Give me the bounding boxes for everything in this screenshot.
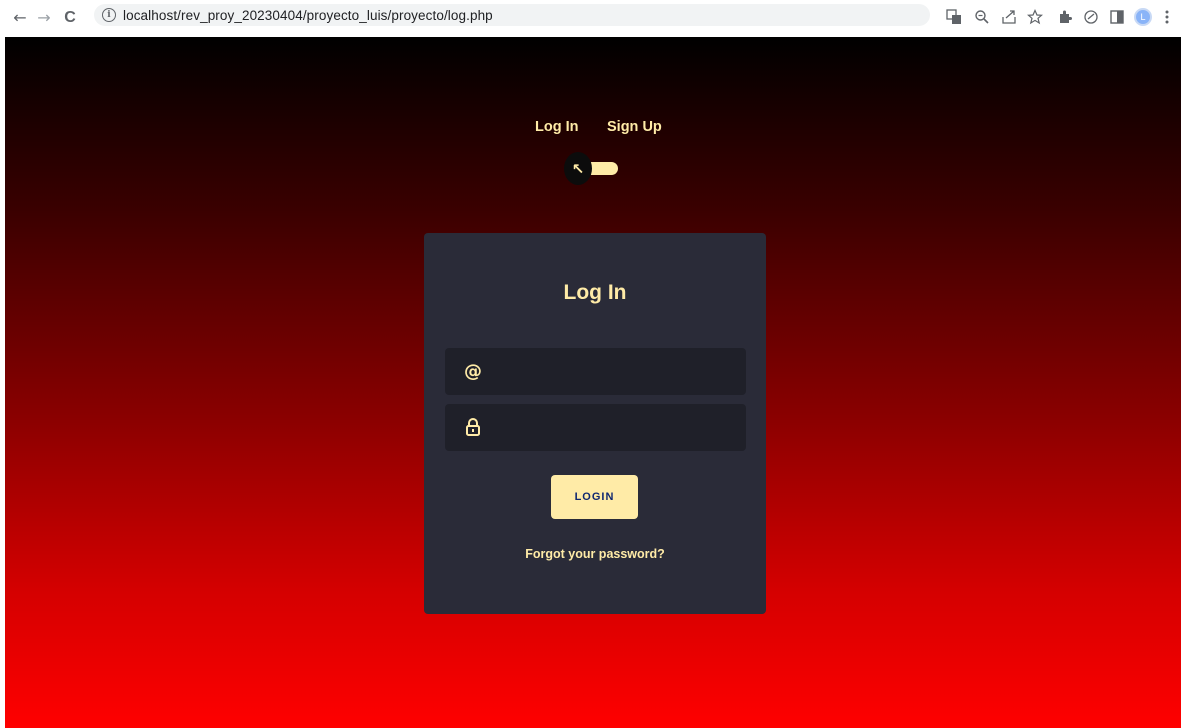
browser-toolbar: ← → C i localhost/rev_proy_20230404/proy… (0, 0, 1181, 37)
page-viewport: Log In Sign Up ↖ Log In @ LOGIN Forgot y… (5, 37, 1181, 728)
profile-avatar[interactable]: L (1134, 8, 1152, 26)
extensions-icon[interactable] (1054, 6, 1076, 28)
side-panel-icon[interactable] (1106, 6, 1128, 28)
reload-icon[interactable]: C (60, 8, 80, 28)
tab-signup[interactable]: Sign Up (607, 119, 662, 135)
translate-icon[interactable] (943, 6, 965, 28)
back-arrow-icon[interactable]: ← (10, 8, 30, 28)
bookmark-star-icon[interactable] (1024, 6, 1046, 28)
zoom-icon[interactable] (971, 6, 993, 28)
login-card: Log In @ LOGIN Forgot your password? (424, 233, 766, 614)
card-title: Log In (563, 281, 627, 304)
email-input[interactable] (489, 348, 739, 395)
address-bar[interactable]: i localhost/rev_proy_20230404/proyecto_l… (94, 4, 930, 26)
login-button[interactable]: LOGIN (551, 475, 638, 519)
password-input[interactable] (489, 404, 739, 451)
auth-tabs: Log In Sign Up (5, 119, 1181, 139)
forward-arrow-icon[interactable]: → (34, 8, 54, 28)
email-field[interactable]: @ (445, 348, 746, 395)
toggle-arrow-icon[interactable]: ↖ (564, 152, 592, 185)
extension-icon[interactable] (1080, 6, 1102, 28)
menu-icon[interactable] (1156, 6, 1178, 28)
password-field[interactable] (445, 404, 746, 451)
share-icon[interactable] (998, 6, 1020, 28)
lock-icon (462, 416, 484, 438)
url-text[interactable]: localhost/rev_proy_20230404/proyecto_lui… (123, 8, 493, 23)
at-sign-icon: @ (464, 360, 482, 382)
tab-login[interactable]: Log In (535, 119, 579, 135)
forgot-password-link[interactable]: Forgot your password? (424, 547, 766, 561)
site-info-icon[interactable]: i (102, 8, 116, 22)
